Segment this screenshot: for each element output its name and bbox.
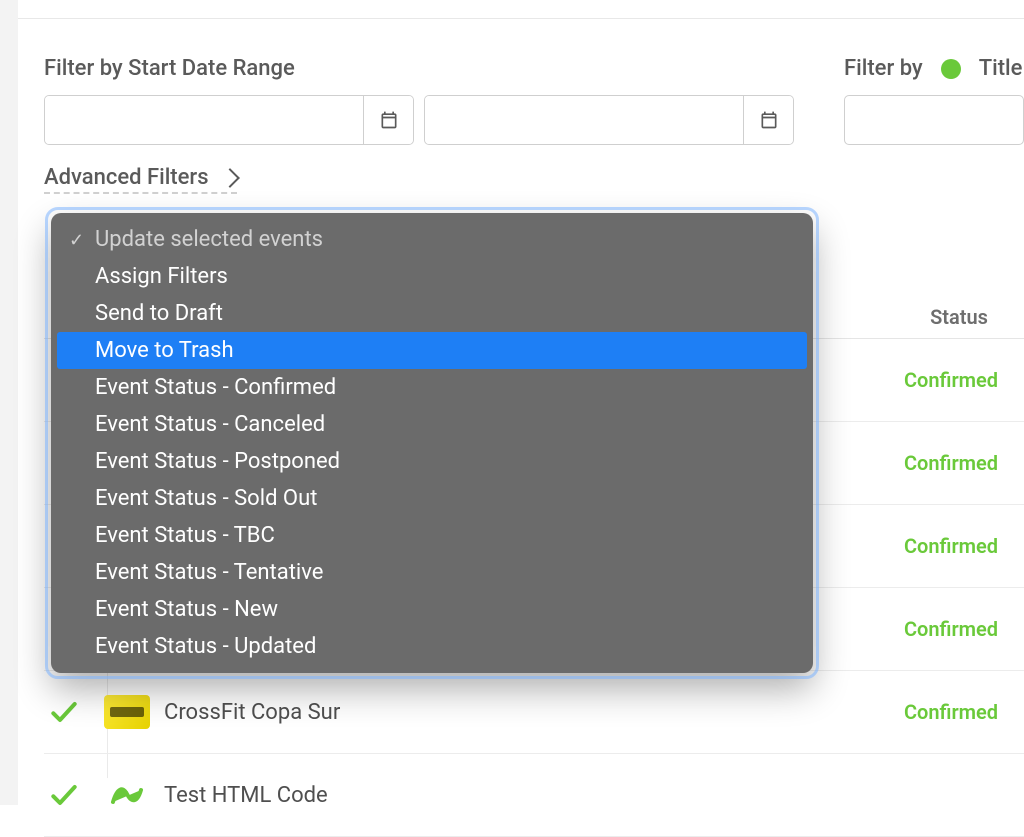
dropdown-option[interactable]: Event Status - Sold Out (51, 480, 813, 517)
row-status: Confirmed (886, 700, 1016, 724)
dropdown-option[interactable]: Move to Trash (57, 332, 807, 369)
row-check[interactable] (44, 779, 104, 811)
end-date-picker-button[interactable] (743, 96, 793, 144)
bulk-action-dropdown[interactable]: Update selected eventsAssign FiltersSend… (51, 213, 813, 673)
row-status: Confirmed (886, 534, 1016, 558)
row-title[interactable]: CrossFit Copa Sur (164, 700, 886, 725)
dropdown-option[interactable]: Event Status - Confirmed (51, 369, 813, 406)
row-status: Confirmed (886, 617, 1016, 641)
start-date-input[interactable] (45, 96, 363, 144)
row-title[interactable]: Test HTML Code (164, 783, 886, 808)
logo-icon (109, 782, 145, 808)
status-dot-icon (941, 59, 961, 79)
row-status: Confirmed (886, 451, 1016, 475)
content-area: Filter by Start Date Range Filter by Tit… (18, 0, 1024, 805)
row-status: Confirmed (886, 368, 1016, 392)
dropdown-option[interactable]: Assign Filters (51, 258, 813, 295)
dropdown-option[interactable]: Event Status - Updated (51, 628, 813, 665)
top-divider (18, 18, 1024, 19)
table-row[interactable]: Test HTML Code (44, 754, 1024, 837)
dropdown-option[interactable]: Event Status - Canceled (51, 406, 813, 443)
filter-by-group: Filter by Title (844, 56, 1024, 145)
dropdown-option[interactable]: Event Status - TBC (51, 517, 813, 554)
calendar-icon (759, 110, 779, 130)
advanced-filters-toggle[interactable]: Advanced Filters (44, 165, 237, 194)
filter-by-label: Filter by (844, 56, 923, 81)
chevron-right-icon (220, 168, 240, 188)
filter-by-row: Filter by Title (844, 56, 1024, 81)
column-header-status[interactable]: Status (894, 305, 1024, 329)
start-date-input-wrap (44, 95, 414, 145)
dropdown-option[interactable]: Update selected events (51, 221, 813, 258)
row-thumbnail (104, 778, 150, 812)
dropdown-option[interactable]: Event Status - Postponed (51, 443, 813, 480)
dropdown-option[interactable]: Event Status - Tentative (51, 554, 813, 591)
row-check[interactable] (44, 696, 104, 728)
filter-by-input[interactable] (844, 95, 1024, 145)
check-icon (48, 696, 80, 728)
dropdown-option[interactable]: Event Status - New (51, 591, 813, 628)
end-date-input-wrap (424, 95, 794, 145)
start-date-picker-button[interactable] (363, 96, 413, 144)
table-row[interactable]: CrossFit Copa SurConfirmed (44, 671, 1024, 754)
left-rail (0, 0, 18, 805)
advanced-filters-label: Advanced Filters (44, 165, 209, 190)
check-icon (48, 779, 80, 811)
row-thumbnail (104, 695, 150, 729)
end-date-input[interactable] (425, 96, 743, 144)
filter-by-mode[interactable]: Title (979, 56, 1023, 81)
calendar-icon (379, 110, 399, 130)
dropdown-option[interactable]: Send to Draft (51, 295, 813, 332)
